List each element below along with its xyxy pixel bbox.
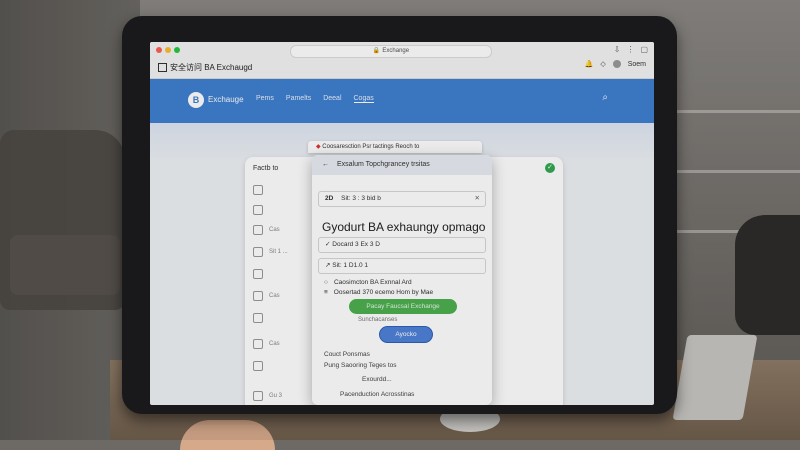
id-field[interactable]: 2D Sit: 3 : 3 bid b ✕ [318,191,486,207]
exchange-button[interactable]: Pacay Faucsal Exchange [349,299,457,314]
item-icon [253,185,263,195]
avatar[interactable] [612,60,621,68]
helper-text: Sunchacanses [358,317,398,323]
nav-link[interactable]: Pems [256,95,274,103]
item-icon [253,269,263,279]
nav-link[interactable]: Cogas [353,95,374,103]
site-field[interactable]: ↗ Sit: 1 D1.0 1 [318,258,486,274]
card-header: Factb to [253,165,279,172]
brand-name[interactable]: Exchauge [208,95,244,104]
nav-link[interactable]: Deeal [323,95,341,103]
item-icon [253,313,263,323]
tablet-device: 🔒 Exchange ⇩ ⋮ ▢ 安全访问 BA Exchaugd 🔔 ◇ Soe… [122,16,677,414]
menu-icon[interactable]: ⋮ [626,45,634,54]
brand-logo[interactable]: B [188,92,204,108]
address-bar[interactable]: 🔒 Exchange [290,45,492,58]
browser-icons: ⇩ ⋮ ▢ [614,45,648,54]
list-item[interactable]: Pacenduction Acrosstinas [340,391,414,398]
armchair-seat [10,235,120,295]
modal-tab-strip[interactable]: ◆ Coosaresction Psr tactings Reoch to [308,141,482,153]
document-field[interactable]: ✓ Docard 3 Ex 3 D [318,237,486,253]
item-icon [253,291,263,301]
tablet-screen: 🔒 Exchange ⇩ ⋮ ▢ 安全访问 BA Exchaugd 🔔 ◇ Soe… [150,42,654,405]
list-item[interactable]: Cas [253,339,280,349]
search-icon[interactable]: ⌕ [602,92,608,103]
item-icon [253,391,263,401]
check-icon: ✓ [545,163,555,173]
hand [180,420,275,450]
list-item[interactable]: Gu 3 [253,391,282,401]
header-actions: 🔔 ◇ Soem [585,60,646,68]
list-item[interactable] [253,185,269,195]
list-item[interactable]: Couct Ponsmas [324,351,370,358]
item-icon [253,247,263,257]
back-arrow-icon[interactable]: ← [322,161,329,168]
modal-title: Gyodurt BA exhaungy opmago [322,220,486,234]
apply-button[interactable]: Ayocko [380,327,432,342]
list-item[interactable] [253,269,269,279]
item-icon [253,205,263,215]
list-item[interactable]: Cas [253,225,280,235]
list-item[interactable]: Pung Saooring Teges tos [324,362,397,369]
list-item[interactable]: Exourdd... [362,376,392,383]
maximize-dot[interactable] [174,47,180,53]
bell-icon[interactable]: 🔔 [585,60,594,68]
site-logo-icon [158,63,167,72]
office-chair [735,215,800,335]
diamond-icon[interactable]: ◇ [600,60,605,68]
list-item[interactable] [253,205,269,215]
description-line: ○ Caosimcton BA Exnnal Ard [324,279,412,286]
description-line: ≡ Oosertad 370 ecemo Hom by Mae [324,289,434,296]
exchange-modal: ← Exsalum Topchgrancey trsitas 2D Sit: 3… [312,155,492,405]
close-icon[interactable]: ✕ [475,192,480,206]
main-nav: B Exchauge Pems Pamelts Deeal Cogas ⌕ [150,79,654,123]
window-controls [156,47,180,53]
site-title: 安全访问 BA Exchaugd [158,62,252,73]
minimize-dot[interactable] [165,47,171,53]
list-item[interactable] [253,313,269,323]
download-icon[interactable]: ⇩ [614,45,621,54]
list-icon: ≡ [324,289,328,296]
close-dot[interactable] [156,47,162,53]
item-icon [253,339,263,349]
url-text: Exchange [382,48,410,54]
list-item[interactable]: Cas [253,291,280,301]
info-icon: ○ [324,279,328,286]
extension-icon[interactable]: ▢ [640,45,648,54]
nav-link[interactable]: Pamelts [286,95,311,103]
nav-links: Pems Pamelts Deeal Cogas [256,95,374,103]
list-item[interactable] [253,361,269,371]
browser-chrome: 🔒 Exchange ⇩ ⋮ ▢ 安全访问 BA Exchaugd 🔔 ◇ Soe… [150,42,654,79]
flag-icon: ◆ [316,144,321,150]
keyboard [672,335,758,420]
list-item[interactable]: Sit 1 ... [253,247,288,257]
modal-header: ← Exsalum Topchgrancey trsitas [312,155,492,175]
lock-icon: 🔒 [372,48,381,54]
item-icon [253,361,263,371]
item-icon [253,225,263,235]
user-name[interactable]: Soem [628,61,646,68]
